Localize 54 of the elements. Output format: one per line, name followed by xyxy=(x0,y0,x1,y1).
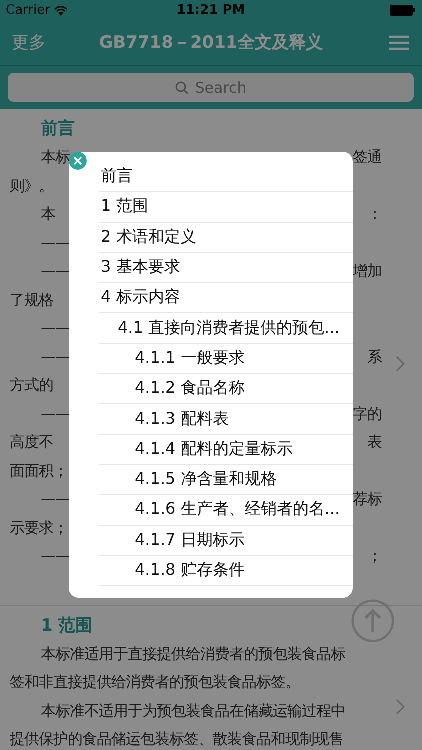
toc-item[interactable]: 4.1.8 贮存条件 xyxy=(99,556,353,586)
body-text: 增加 xyxy=(353,261,382,282)
body-text: 荐标 xyxy=(353,489,382,510)
body-text: 则》。 xyxy=(10,176,54,196)
body-text: 签和非直接提供给消费者的预包装食品标签。 xyxy=(10,672,300,693)
toc-item[interactable]: 4.1.3 配料表 xyxy=(99,404,353,435)
body-text: 签通 xyxy=(353,147,382,168)
toc-item[interactable]: 4.1.2 食品名称 xyxy=(99,374,353,404)
chevron-icon[interactable] xyxy=(396,356,405,372)
toc-item[interactable]: 3 基本要求 xyxy=(99,252,353,284)
body-text: —— xyxy=(41,261,70,282)
toc-item[interactable]: 4.1 直接向消费者提供的预包... xyxy=(99,313,353,344)
body-text: 字的 xyxy=(353,404,382,424)
status-time: 11:21 PM xyxy=(176,2,246,18)
wifi-icon xyxy=(54,4,68,16)
body-text: 了规格 xyxy=(10,290,54,310)
body-text: —— xyxy=(41,346,70,368)
section-heading: 前言 xyxy=(41,118,75,141)
toc-item[interactable]: 2 术语和定义 xyxy=(99,222,353,253)
body-text: 面面积； xyxy=(10,460,68,482)
body-text: 方式的 xyxy=(10,375,54,396)
body-text: ； xyxy=(368,546,382,567)
search-icon xyxy=(175,80,190,94)
toc-item[interactable]: 4.1.1 一般要求 xyxy=(99,344,353,374)
close-icon[interactable] xyxy=(69,152,87,170)
carrier-label: Carrier xyxy=(6,2,50,18)
toc-item[interactable]: 1 范围 xyxy=(99,192,353,223)
body-text: —— xyxy=(41,546,70,567)
body-text: —— xyxy=(41,318,70,339)
body-text: 本标准适用于直接提供给消费者的预包装食品标 xyxy=(41,644,346,664)
toc-item[interactable]: 4.1.7 日期标示 xyxy=(99,526,353,556)
nav-title: GB7718－2011全文及释义 xyxy=(98,32,324,54)
body-text: 高度不 xyxy=(10,432,54,453)
toc-item[interactable]: 4.1.6 生产者、经销者的名... xyxy=(99,495,353,526)
body-text: 系 xyxy=(368,346,382,368)
body-text: 本 xyxy=(41,204,56,225)
body-text: —— xyxy=(41,489,70,510)
menu-icon[interactable] xyxy=(388,34,410,50)
body-text: —— xyxy=(41,404,70,424)
toc-item[interactable]: 4.1.5 净含量和规格 xyxy=(99,464,353,496)
body-text: 表 xyxy=(368,432,382,453)
scroll-up-icon[interactable] xyxy=(351,599,395,643)
body-text: 本标 xyxy=(41,147,70,168)
body-text: 示要求； xyxy=(10,518,68,538)
body-text: 本标准不适用于为预包装食品在储藏运输过程中 xyxy=(41,700,346,722)
section-heading: 1 范围 xyxy=(41,614,93,638)
body-text: ： xyxy=(368,204,382,225)
toc-item[interactable]: 4 标示内容 xyxy=(99,283,353,314)
battery-icon xyxy=(390,4,416,16)
body-text: 提供保护的食品储运包装标签、散装食品和现制现售 xyxy=(10,729,344,750)
chevron-icon[interactable] xyxy=(396,699,405,715)
body-text: —— xyxy=(41,232,70,254)
toc-item[interactable]: 前言 xyxy=(99,162,353,192)
toc-item[interactable]: 4.1.4 配料的定量标示 xyxy=(99,434,353,465)
